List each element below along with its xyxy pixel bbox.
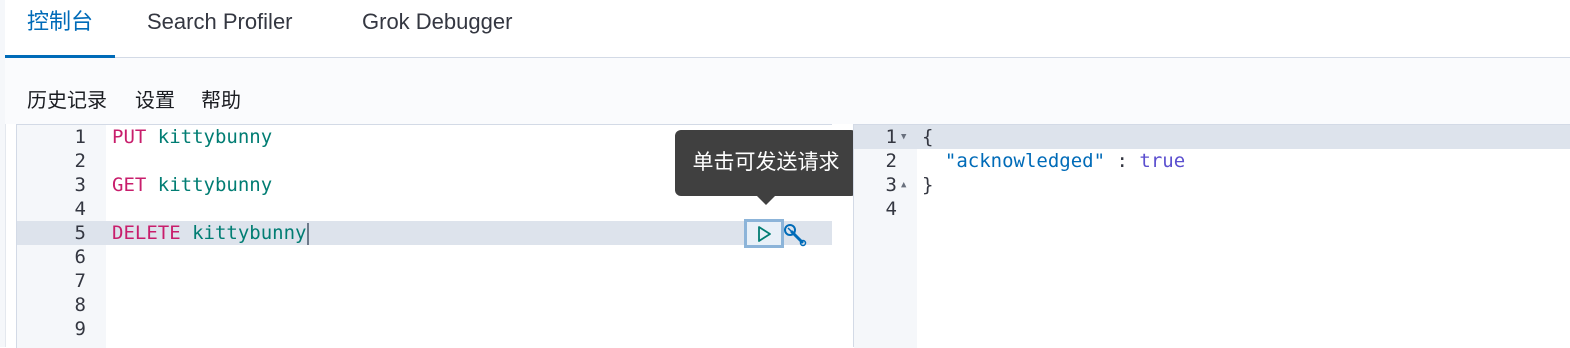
line-number: 6 [74,246,86,268]
editor-line[interactable]: 8 [17,293,832,317]
line-number: 4 [74,198,86,220]
json-colon: : [1105,150,1140,172]
fold-open-icon[interactable]: ▼ [901,125,906,149]
editor-line[interactable]: 7 [17,269,832,293]
play-icon [758,225,771,242]
line-number: 7 [74,270,86,292]
editor-line-active[interactable]: 5 DELETE kittybunny [17,221,832,245]
line-number: 2 [885,150,897,172]
http-method: DELETE [112,222,181,244]
json-brace-open: { [922,126,934,148]
tab-grok-debugger[interactable]: Grok Debugger [340,0,534,57]
history-link[interactable]: 历史记录 [27,84,107,113]
http-method: PUT [112,126,147,148]
line-number: 3 [74,174,86,196]
send-request-button[interactable] [744,219,784,248]
settings-link[interactable]: 设置 [135,84,175,113]
response-output: 1 ▼ { 2 "acknowledged" : true 3 ▲ } 4 [854,124,1570,348]
request-path: kittybunny [192,222,307,244]
wrench-icon[interactable] [782,222,808,248]
output-line: 2 "acknowledged" : true [854,149,1570,173]
line-number: 3 [885,174,897,196]
tab-search-profiler[interactable]: Search Profiler [125,0,315,57]
line-number: 1 [74,126,86,148]
tab-bar: 控制台 Search Profiler Grok Debugger [5,0,1570,58]
tab-console[interactable]: 控制台 [5,0,116,58]
json-brace-close: } [922,174,934,196]
request-path: kittybunny [157,174,273,196]
line-number: 1 [885,126,897,148]
line-number: 5 [74,222,86,244]
editor-line[interactable]: 6 [17,245,832,269]
editor-line[interactable]: 9 [17,317,832,341]
line-number: 8 [74,294,86,316]
editor-line[interactable]: 4 [17,197,832,221]
request-path: kittybunny [157,126,273,148]
json-value: true [1139,150,1186,172]
output-line: 4 [854,197,1570,221]
line-number: 9 [74,318,86,340]
http-method: GET [112,174,147,196]
help-link[interactable]: 帮助 [201,84,241,113]
send-request-tooltip: 单击可发送请求 [675,130,857,205]
json-key: "acknowledged" [944,150,1106,172]
fold-close-icon[interactable]: ▲ [901,173,906,197]
output-line: 1 ▼ { [854,125,1570,149]
output-line: 3 ▲ } [854,173,1570,197]
line-number: 2 [74,150,86,172]
line-number: 4 [885,198,897,220]
text-cursor [307,222,310,245]
